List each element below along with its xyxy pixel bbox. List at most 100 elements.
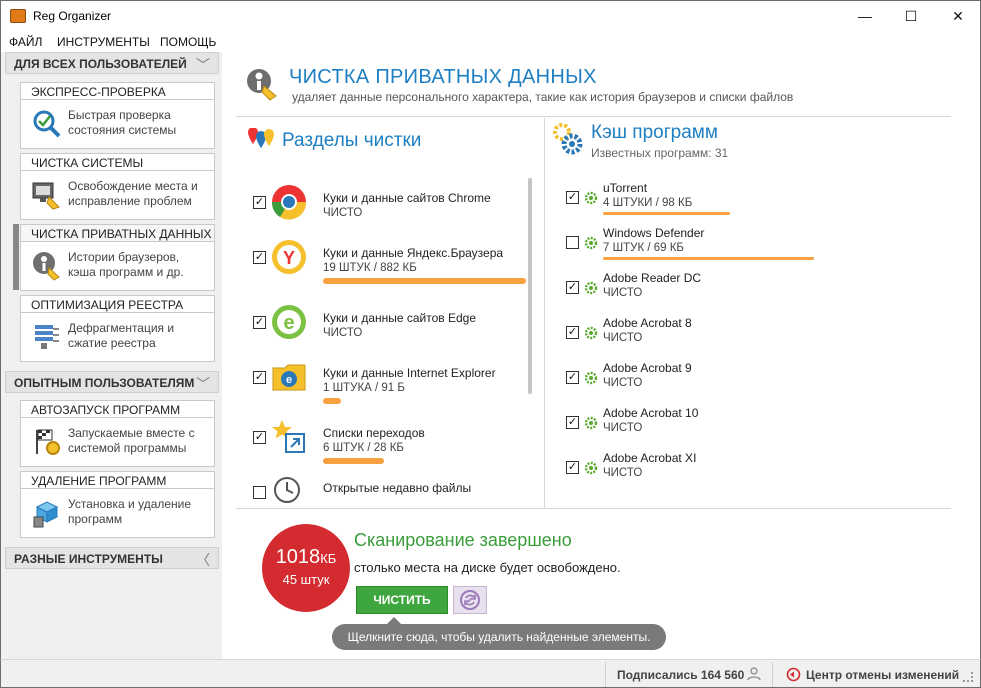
close-button[interactable]: ✕ — [935, 1, 981, 32]
sections-scrollbar[interactable] — [528, 178, 532, 394]
gear-icon — [584, 326, 598, 340]
flag-gear-icon — [36, 429, 60, 455]
cache-checkbox[interactable]: ✓ — [566, 416, 579, 429]
cache-title: Кэш программ — [591, 122, 718, 143]
section-size-bar — [323, 458, 384, 464]
section-checkbox[interactable]: ✓ — [253, 316, 266, 329]
recent-files-icon — [274, 477, 300, 503]
menu-bar: ФАЙЛ ИНСТРУМЕНТЫ ПОМОЩЬ — [0, 32, 981, 52]
section-advanced-users[interactable]: ОПЫТНЫМ ПОЛЬЗОВАТЕЛЯМ ﹀ — [5, 371, 219, 393]
tool-autorun[interactable]: АВТОЗАПУСК ПРОГРАММ Запускаемые вместе с… — [20, 400, 215, 467]
cache-program-name: Adobe Acrobat XI — [603, 451, 697, 465]
cache-program-name: Adobe Acrobat 10 — [603, 406, 699, 420]
menu-file[interactable]: ФАЙЛ — [9, 35, 42, 49]
rescan-button[interactable] — [453, 586, 487, 614]
cache-checkbox[interactable]: ✓ — [566, 371, 579, 384]
tool-uninstall-programs[interactable]: УДАЛЕНИЕ ПРОГРАММ Установка и удаление пр… — [20, 471, 215, 538]
cache-subtitle: Известных программ: 31 — [591, 146, 729, 160]
tool-description: Освобождение места и исправление проблем — [68, 179, 198, 208]
section-name: Куки и данные Яндекс.Браузера — [323, 246, 504, 260]
menu-tools[interactable]: ИНСТРУМЕНТЫ — [57, 35, 150, 49]
gear-icon — [584, 371, 598, 385]
section-checkbox[interactable]: ✓ — [253, 251, 266, 264]
tool-registry-optimization[interactable]: ОПТИМИЗАЦИЯ РЕЕСТРА Дефрагментация и сжат… — [20, 295, 215, 362]
cache-program-status: 4 ШТУКИ / 98 КБ — [603, 197, 693, 209]
result-size-circle: 1018КБ 45 штук — [262, 524, 350, 612]
cache-size-bar — [603, 257, 814, 260]
tool-description: Быстрая проверка состояния системы — [68, 108, 177, 137]
section-misc-tools[interactable]: РАЗНЫЕ ИНСТРУМЕНТЫ 〈 — [5, 547, 219, 569]
gear-icon — [584, 281, 598, 295]
internet-explorer-icon: e — [272, 364, 306, 391]
tool-title: УДАЛЕНИЕ ПРОГРАММ — [21, 472, 214, 489]
tool-title: АВТОЗАПУСК ПРОГРАММ — [21, 401, 214, 418]
subscribers-count[interactable]: Подписались 164 560 — [617, 668, 744, 682]
section-size-bar — [323, 278, 526, 284]
cache-program-status: ЧИСТО — [603, 332, 643, 344]
cache-program-name: Adobe Acrobat 8 — [603, 316, 692, 330]
section-name: Куки и данные сайтов Chrome — [323, 191, 491, 205]
user-icon — [747, 667, 761, 681]
section-status: ЧИСТО — [323, 327, 363, 339]
cache-checkbox[interactable] — [566, 236, 579, 249]
refresh-icon — [460, 590, 480, 610]
section-name: Куки и данные сайтов Edge — [323, 311, 477, 325]
clean-tooltip: Щелкните сюда, чтобы удалить найденные э… — [332, 617, 666, 650]
sidebar: ДЛЯ ВСЕХ ПОЛЬЗОВАТЕЛЕЙ ﹀ ЭКСПРЕСС-ПРОВЕР… — [0, 52, 222, 659]
status-bar: Подписались 164 560 Центр отмены изменен… — [0, 659, 981, 688]
divider — [772, 662, 773, 687]
main-panel: ЧИСТКА ПРИВАТНЫХ ДАННЫХ удаляет данные п… — [222, 52, 981, 659]
section-name: Списки переходов — [323, 426, 425, 440]
section-checkbox[interactable] — [253, 486, 266, 499]
minimize-button[interactable]: — — [842, 1, 888, 32]
result-count: 45 штук — [282, 572, 330, 587]
cache-checkbox[interactable]: ✓ — [566, 461, 579, 474]
maximize-button[interactable]: ☐ — [888, 1, 934, 32]
cache-program-name: Adobe Reader DC — [603, 271, 702, 285]
tool-private-data-cleanup[interactable]: ЧИСТКА ПРИВАТНЫХ ДАННЫХ Истории браузеро… — [20, 224, 215, 291]
chevron-down-icon: ﹀ — [196, 57, 210, 73]
tool-description: Запускаемые вместе с системой программы — [68, 426, 195, 455]
cache-checkbox[interactable]: ✓ — [566, 281, 579, 294]
section-name: Куки и данные Internet Explorer — [323, 366, 496, 380]
undo-center-icon — [786, 667, 801, 682]
gears-icon — [553, 123, 583, 155]
svg-text:e: e — [283, 312, 294, 334]
section-status: ЧИСТО — [323, 207, 363, 219]
cache-program-status: ЧИСТО — [603, 467, 643, 479]
clean-button[interactable]: ЧИСТИТЬ — [356, 586, 448, 614]
gear-icon — [584, 416, 598, 430]
section-size-bar — [323, 398, 341, 404]
section-label: ДЛЯ ВСЕХ ПОЛЬЗОВАТЕЛЕЙ — [14, 57, 187, 71]
undo-center-link[interactable]: Центр отмены изменений — [806, 668, 959, 682]
section-checkbox[interactable]: ✓ — [253, 431, 266, 444]
section-checkbox[interactable]: ✓ — [253, 371, 266, 384]
tool-title: ЧИСТКА ПРИВАТНЫХ ДАННЫХ — [21, 225, 214, 242]
resize-grip[interactable] — [963, 672, 973, 682]
tool-description: Установка и удаление программ — [68, 497, 192, 526]
map-pins-icon — [248, 128, 274, 148]
computer-broom-icon — [32, 182, 60, 210]
section-status: 1 ШТУКА / 91 Б — [323, 382, 405, 394]
cache-program-name: Windows Defender — [603, 226, 705, 240]
section-label: ОПЫТНЫМ ПОЛЬЗОВАТЕЛЯМ — [14, 376, 195, 390]
chevron-left-icon: 〈 — [196, 552, 210, 568]
section-all-users[interactable]: ДЛЯ ВСЕХ ПОЛЬЗОВАТЕЛЕЙ ﹀ — [5, 52, 219, 74]
section-checkbox[interactable]: ✓ — [253, 196, 266, 209]
section-status: 19 ШТУК / 882 КБ — [323, 262, 417, 274]
active-indicator — [13, 224, 19, 290]
tool-express-check[interactable]: ЭКСПРЕСС-ПРОВЕРКА Быстрая проверка состоя… — [20, 82, 215, 149]
tool-system-cleanup[interactable]: ЧИСТКА СИСТЕМЫ Освобождение места и испра… — [20, 153, 215, 220]
window-title: Reg Organizer — [33, 9, 112, 23]
section-status: 6 ШТУК / 28 КБ — [323, 442, 404, 454]
tool-title: ОПТИМИЗАЦИЯ РЕЕСТРА — [21, 296, 214, 313]
gear-icon — [584, 461, 598, 475]
cache-checkbox[interactable]: ✓ — [566, 326, 579, 339]
cache-checkbox[interactable]: ✓ — [566, 191, 579, 204]
edge-icon: e — [272, 305, 306, 339]
tool-title: ЭКСПРЕСС-ПРОВЕРКА — [21, 83, 214, 100]
gear-icon — [584, 191, 598, 205]
menu-help[interactable]: ПОМОЩЬ — [160, 35, 216, 49]
gear-icon — [584, 236, 598, 250]
title-bar: Reg Organizer — ☐ ✕ — [0, 0, 981, 32]
